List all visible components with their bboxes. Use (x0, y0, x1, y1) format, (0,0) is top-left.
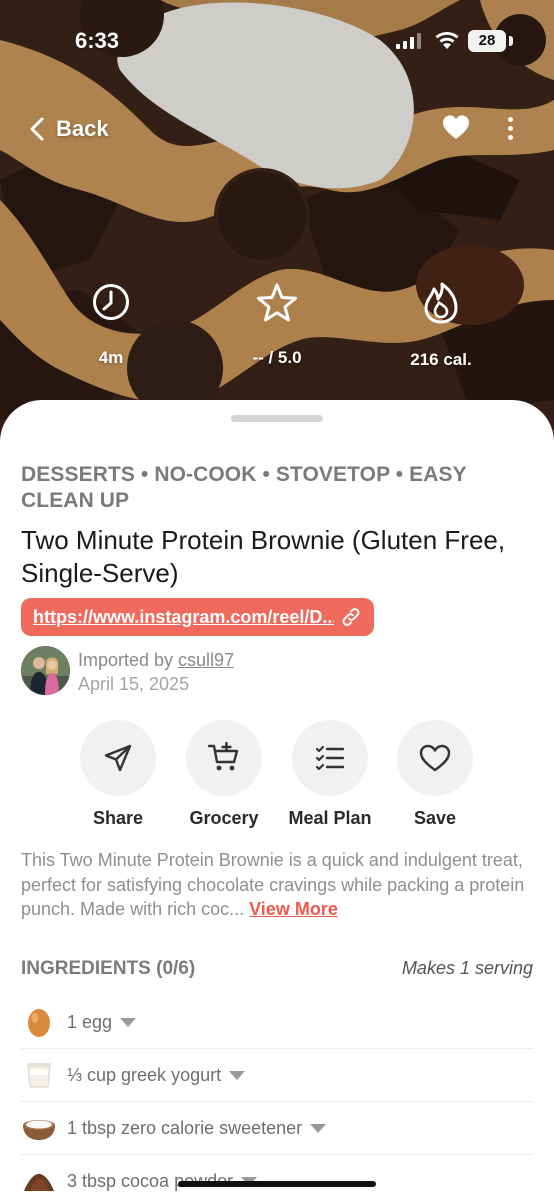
grocery-label: Grocery (189, 808, 259, 828)
avatar-photo (21, 646, 70, 695)
status-time: 6:33 (75, 28, 120, 53)
home-indicator[interactable] (178, 1181, 376, 1187)
stat-calories-label: 216 cal. (410, 350, 472, 369)
share-button-circle (80, 720, 156, 796)
source-url: https://www.instagram.com/reel/D... (33, 606, 334, 627)
recipe-title: Two Minute Protein Brownie (Gluten Free,… (21, 525, 506, 588)
stat-rating: -- / 5.0 (217, 282, 337, 368)
stat-rating-label: -- / 5.0 (252, 348, 302, 367)
recipe-categories: DESSERTS • NO-COOK • STOVETOP • EASY CLE… (21, 463, 467, 512)
sweetener-bowl-icon (21, 1110, 57, 1146)
ingredients-list: 1 egg ⅓ cup greek yogurt 1 tbsp zero cal… (21, 996, 533, 1200)
grocery-button-circle (186, 720, 262, 796)
ingredient-text: 1 tbsp zero calorie sweetener (67, 1117, 303, 1138)
share-label: Share (92, 808, 144, 828)
checklist-icon (315, 745, 345, 771)
chevron-down-icon (310, 1123, 327, 1133)
chevron-down-icon (120, 1017, 137, 1027)
imported-by-line: Imported by csull97 (78, 650, 234, 671)
cart-plus-icon (207, 742, 239, 771)
egg-icon (21, 1004, 57, 1040)
source-link-button[interactable]: https://www.instagram.com/reel/D... (21, 598, 374, 636)
cellular-signal-icon (396, 33, 421, 49)
hero-image: 6:33 28 Back 4m -- / 5.0 216 cal. (0, 0, 554, 440)
back-button[interactable]: Back (30, 112, 109, 146)
ingredient-row[interactable]: 1 egg (21, 996, 533, 1049)
status-bar: 6:33 28 (0, 0, 554, 80)
save-button-circle (397, 720, 473, 796)
battery-level: 28 (468, 30, 506, 52)
send-icon (104, 744, 132, 772)
yogurt-icon (21, 1057, 57, 1093)
favorite-heart-icon[interactable] (442, 114, 470, 140)
star-icon (257, 283, 297, 322)
avatar[interactable] (21, 646, 70, 695)
save-button[interactable]: Save (380, 720, 490, 829)
back-label: Back (56, 116, 109, 141)
recipe-description: This Two Minute Protein Brownie is a qui… (21, 848, 536, 922)
ingredient-text: ⅓ cup greek yogurt (67, 1064, 222, 1085)
link-icon (342, 608, 360, 626)
battery-icon (509, 36, 513, 46)
meal-plan-button[interactable]: Meal Plan (275, 720, 385, 829)
more-options-icon[interactable] (500, 114, 520, 142)
meal-plan-button-circle (292, 720, 368, 796)
ingredients-header: INGREDIENTS (0/6) (21, 958, 196, 979)
stat-time-label: 4m (98, 348, 124, 367)
chevron-left-icon (30, 117, 44, 141)
importer-info: Imported by csull97 April 15, 2025 (21, 646, 421, 696)
recipe-sheet: DESSERTS • NO-COOK • STOVETOP • EASY CLE… (0, 400, 554, 1200)
clock-icon (93, 284, 129, 320)
stat-calories: 216 cal. (381, 282, 501, 370)
share-button[interactable]: Share (63, 720, 173, 829)
stat-time: 4m (51, 282, 171, 368)
ingredient-row[interactable]: 3 tbsp cocoa powder (21, 1155, 533, 1200)
chevron-down-icon (229, 1070, 246, 1080)
cocoa-powder-icon (21, 1164, 57, 1200)
ingredient-text: 1 egg (67, 1011, 113, 1032)
imported-date: April 15, 2025 (78, 674, 190, 694)
ingredient-row[interactable]: 1 tbsp zero calorie sweetener (21, 1102, 533, 1155)
servings-label[interactable]: Makes 1 serving (402, 958, 533, 979)
sheet-grabber[interactable] (231, 415, 323, 422)
meal-plan-label: Meal Plan (288, 808, 372, 828)
wifi-icon (435, 32, 459, 49)
grocery-button[interactable]: Grocery (169, 720, 279, 829)
action-bar: Share Grocery Meal Plan Save (0, 720, 554, 830)
ingredient-row[interactable]: ⅓ cup greek yogurt (21, 1049, 533, 1102)
view-more-link[interactable]: View More (249, 899, 338, 919)
save-label: Save (413, 808, 457, 828)
heart-outline-icon (419, 744, 451, 772)
flame-icon (424, 282, 458, 324)
importer-username-link[interactable]: csull97 (178, 650, 234, 670)
imported-by-prefix: Imported by (78, 650, 179, 670)
